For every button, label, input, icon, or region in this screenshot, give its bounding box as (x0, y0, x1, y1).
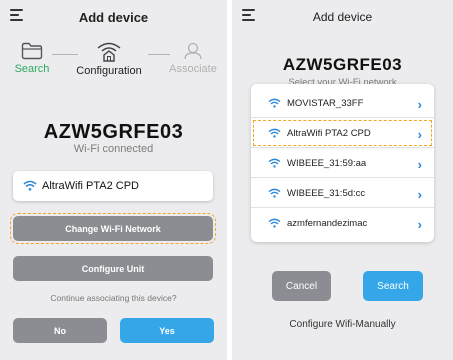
network-list: MOVISTAR_33FF › AltraWifi PTA2 CPD › WIB… (251, 84, 434, 242)
wifi-icon (268, 218, 281, 228)
network-item[interactable]: WIBEEE_31:59:aa › (251, 148, 434, 178)
wifi-icon (268, 128, 281, 138)
configure-manually-link[interactable]: Configure Wifi-Manually (232, 319, 453, 330)
folder-icon (21, 42, 43, 60)
step-label-associate: Associate (169, 63, 217, 75)
step-connector (148, 54, 170, 55)
chevron-right-icon: › (417, 187, 422, 202)
cancel-button[interactable]: Cancel (272, 271, 331, 301)
wifi-icon (268, 158, 281, 168)
network-item-selected[interactable]: AltraWifi PTA2 CPD › (251, 118, 434, 148)
header: Add device (232, 0, 453, 34)
user-icon (184, 42, 202, 60)
network-item[interactable]: WIBEEE_31:5d:cc › (251, 178, 434, 208)
yes-button[interactable]: Yes (120, 318, 214, 343)
connection-status: Wi-Fi connected (73, 143, 154, 155)
network-name: azmfernandezimac (287, 218, 368, 229)
step-search: Search (12, 42, 52, 75)
change-wifi-button[interactable]: Change Wi-Fi Network (10, 213, 216, 244)
network-item[interactable]: MOVISTAR_33FF › (251, 88, 434, 118)
header-title: Add device (78, 10, 149, 25)
network-name: MOVISTAR_33FF (287, 98, 364, 109)
step-label-search: Search (14, 63, 50, 75)
wifi-icon (268, 188, 281, 198)
connected-network-card: AltraWifi PTA2 CPD (13, 171, 213, 201)
chevron-right-icon: › (417, 97, 422, 112)
right-screen: Add device AZW5GRFE03 Select your Wi-Fi … (232, 0, 453, 360)
connected-network-name: AltraWifi PTA2 CPD (42, 180, 139, 192)
search-button[interactable]: Search (363, 271, 423, 301)
step-associate: Associate (168, 42, 218, 75)
chevron-right-icon: › (417, 127, 422, 142)
chevron-right-icon: › (417, 217, 422, 232)
wifi-icon (268, 98, 281, 108)
step-configuration: Configuration (74, 40, 144, 77)
network-name: WIBEEE_31:5d:cc (287, 188, 366, 199)
wifi-icon (23, 180, 37, 191)
no-button[interactable]: No (13, 318, 107, 343)
network-name: WIBEEE_31:59:aa (287, 158, 367, 169)
left-screen: Add device Search Configuration Associat… (0, 0, 227, 360)
chevron-right-icon: › (417, 157, 422, 172)
configure-unit-button[interactable]: Configure Unit (13, 256, 213, 281)
network-item[interactable]: azmfernandezimac › (251, 208, 434, 238)
network-name: AltraWifi PTA2 CPD (287, 128, 371, 139)
header-title: Add device (312, 10, 373, 24)
continue-question: Continue associating this device? (50, 293, 177, 303)
wifi-router-icon (97, 42, 121, 62)
device-name: AZW5GRFE03 (282, 55, 403, 74)
device-name: AZW5GRFE03 (43, 121, 184, 143)
header: Add device (0, 0, 227, 34)
step-label-configuration: Configuration (76, 65, 142, 77)
